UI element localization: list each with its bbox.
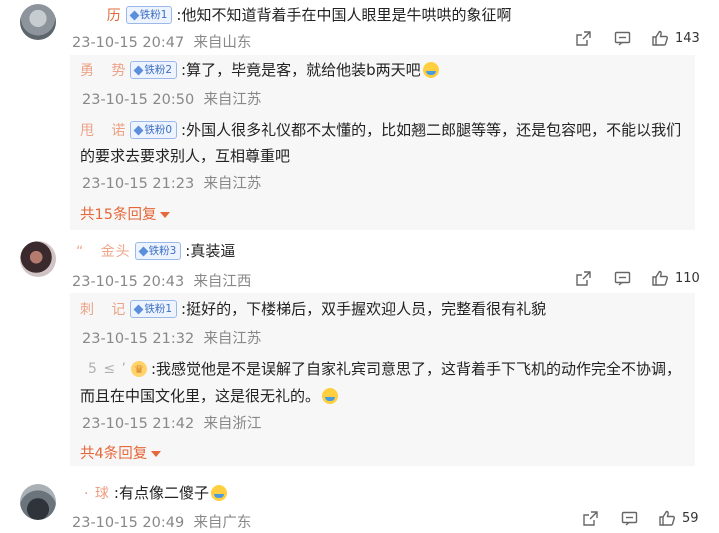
comment-meta: 23-10-15 20:49 来自广东 bbox=[72, 511, 251, 532]
share-icon[interactable] bbox=[582, 510, 599, 527]
username[interactable]: · 球 bbox=[84, 483, 110, 503]
reply-header: 5 ≤ ’ ♛ :我感觉他是不是误解了自家礼宾司意思了，这背着手下飞机的动作完全… bbox=[88, 356, 681, 382]
reply-meta: 23-10-15 21:32 来自江苏 bbox=[82, 327, 261, 348]
diamond-icon bbox=[133, 65, 144, 75]
fan-badge[interactable]: 铁粉0 bbox=[130, 121, 178, 139]
avatar[interactable] bbox=[20, 484, 56, 520]
comment-icon[interactable] bbox=[621, 510, 638, 527]
reply-username[interactable]: 刺 记 bbox=[80, 299, 126, 319]
like-icon[interactable] bbox=[651, 30, 669, 47]
timestamp: 23-10-15 21:23 bbox=[82, 176, 195, 192]
comment-meta: 23-10-15 20:47 来自山东 bbox=[72, 31, 251, 52]
location: 来自广东 bbox=[193, 515, 252, 531]
fan-badge[interactable]: 铁粉1 bbox=[130, 300, 178, 318]
reply-meta: 23-10-15 21:42 来自浙江 bbox=[82, 412, 261, 433]
comment-header: “ 金头 铁粉3 :真装逼 bbox=[76, 238, 235, 264]
comment-header: ​ 历 铁粉1 :他知不知道背着手在中国人眼里是牛哄哄的象征啊 bbox=[70, 2, 511, 28]
reply-username[interactable]: 甩 诺 bbox=[80, 120, 126, 140]
crown-badge-icon[interactable]: ♛ bbox=[131, 361, 147, 377]
laugh-cry-emoji-icon bbox=[210, 485, 227, 501]
caret-down-icon bbox=[151, 450, 162, 457]
reply-header: 刺 记 铁粉1 :挺好的，下楼梯后，双手握欢迎人员，完整看很有礼貌 bbox=[80, 296, 546, 322]
comment-text: :他知不知道背着手在中国人眼里是牛哄哄的象征啊 bbox=[176, 6, 512, 24]
laugh-cry-emoji-icon bbox=[322, 388, 339, 404]
like-count: 143 bbox=[675, 31, 700, 46]
location: 来自江苏 bbox=[203, 176, 262, 192]
like-count: 59 bbox=[682, 511, 699, 526]
reply-username[interactable]: 5 ≤ ’ bbox=[88, 361, 127, 377]
reply-meta: 23-10-15 20:50 来自江苏 bbox=[82, 88, 261, 109]
fan-badge[interactable]: 铁粉2 bbox=[130, 61, 178, 79]
reply-meta: 23-10-15 21:23 来自江苏 bbox=[82, 172, 261, 193]
timestamp: 23-10-15 21:32 bbox=[82, 331, 195, 347]
comment-header: · 球 :有点像二傻子 bbox=[84, 480, 227, 506]
timestamp: 23-10-15 20:50 bbox=[82, 92, 195, 108]
view-replies-link[interactable]: 共4条回复 bbox=[80, 442, 162, 463]
diamond-icon bbox=[138, 246, 149, 256]
comment-meta: 23-10-15 20:43 来自江西 bbox=[72, 270, 251, 291]
like-count: 110 bbox=[675, 271, 700, 286]
avatar[interactable] bbox=[20, 4, 56, 40]
reply-text-line1: :外国人很多礼仪都不太懂的，比如翘二郎腿等等，还是包容吧，不能以我们 bbox=[181, 121, 682, 139]
location: 来自江西 bbox=[193, 274, 252, 290]
reply-text-line2: 的要求去要求别人，互相尊重吧 bbox=[80, 147, 291, 165]
share-icon[interactable] bbox=[575, 270, 592, 287]
like-icon[interactable] bbox=[658, 510, 676, 527]
reply-text-line2: 而且在中国文化里，这是很无礼的。 bbox=[80, 383, 339, 409]
comment-actions: 110 bbox=[575, 270, 700, 287]
diamond-icon bbox=[133, 304, 144, 314]
avatar[interactable] bbox=[20, 241, 56, 277]
diamond-icon bbox=[133, 125, 144, 135]
like-icon[interactable] bbox=[651, 270, 669, 287]
comment-text: :有点像二傻子 bbox=[114, 480, 227, 506]
reply-text: :挺好的，下楼梯后，双手握欢迎人员，完整看很有礼貌 bbox=[181, 300, 547, 318]
comment-icon[interactable] bbox=[614, 30, 631, 47]
diamond-icon bbox=[129, 10, 140, 20]
timestamp: 23-10-15 20:49 bbox=[72, 515, 185, 531]
fan-badge[interactable]: 铁粉1 bbox=[125, 6, 173, 24]
timestamp: 23-10-15 21:42 bbox=[82, 416, 195, 432]
reply-header: 勇 势 铁粉2 :算了，毕竟是客，就给他装b两天吧 bbox=[80, 57, 439, 83]
reply-username[interactable]: 勇 势 bbox=[80, 60, 126, 80]
location: 来自江苏 bbox=[203, 92, 262, 108]
username-visible[interactable]: 历 bbox=[74, 5, 122, 25]
location: 来自江苏 bbox=[203, 331, 262, 347]
reply-text: :算了，毕竟是客，就给他装b两天吧 bbox=[181, 57, 439, 83]
share-icon[interactable] bbox=[575, 30, 592, 47]
username[interactable]: “ 金头 bbox=[76, 241, 131, 261]
reply-text-line1: :我感觉他是不是误解了自家礼宾司意思了，这背着手下飞机的动作完全不协调， bbox=[151, 360, 682, 378]
location: 来自浙江 bbox=[203, 416, 262, 432]
caret-down-icon bbox=[160, 211, 171, 218]
comment-actions: 143 bbox=[575, 30, 700, 47]
fan-badge[interactable]: 铁粉3 bbox=[134, 242, 182, 260]
timestamp: 23-10-15 20:47 bbox=[72, 35, 185, 51]
comment-icon[interactable] bbox=[614, 270, 631, 287]
reply-header: 甩 诺 铁粉0 :外国人很多礼仪都不太懂的，比如翘二郎腿等等，还是包容吧，不能以… bbox=[80, 117, 681, 143]
comment-text: :真装逼 bbox=[185, 242, 236, 260]
laugh-cry-emoji-icon bbox=[422, 62, 439, 78]
timestamp: 23-10-15 20:43 bbox=[72, 274, 185, 290]
comment-actions: 59 bbox=[582, 510, 699, 527]
view-replies-link[interactable]: 共15条回复 bbox=[80, 203, 171, 224]
location: 来自山东 bbox=[193, 35, 252, 51]
